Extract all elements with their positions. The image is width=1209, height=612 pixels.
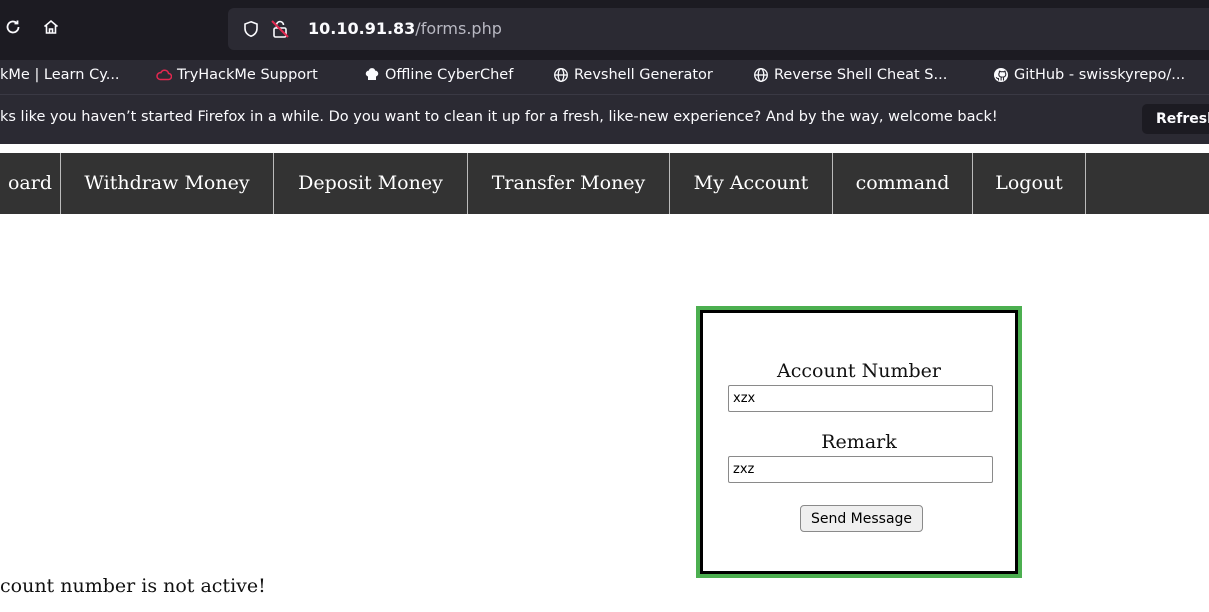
bookmark-label: kMe | Learn Cy... [0,67,120,83]
bookmark-offline-cyberchef[interactable]: Offline CyberChef [364,67,513,83]
tracking-shield-icon[interactable] [242,20,260,38]
remark-input[interactable] [728,456,993,483]
bookmark-tryhackme-learn[interactable]: kMe | Learn Cy... [0,67,120,83]
home-icon[interactable] [40,16,62,38]
message-form-container: Account Number Remark Send Message [696,306,1022,578]
account-number-label: Account Number [777,360,941,382]
bookmark-label: Reverse Shell Cheat S... [774,67,948,83]
send-message-button[interactable]: Send Message [800,505,923,532]
chef-icon [365,68,379,80]
notification-message: ks like you haven’t started Firefox in a… [0,109,998,125]
insecure-lock-icon[interactable] [270,19,290,39]
bookmark-tryhackme-support[interactable]: TryHackMe Support [156,67,318,83]
nav-logout[interactable]: Logout [973,153,1086,214]
address-bar[interactable]: 10.10.91.83/forms.php [228,8,1209,50]
message-form: Account Number Remark Send Message [700,310,1018,574]
nav-my-account[interactable]: My Account [670,153,833,214]
bookmark-reverse-shell-cheat-sheet[interactable]: Reverse Shell Cheat S... [753,67,947,83]
browser-toolbar: 10.10.91.83/forms.php [0,0,1209,60]
bookmark-label: Offline CyberChef [385,67,514,83]
nav-transfer-money[interactable]: Transfer Money [468,153,670,214]
bookmark-label: TryHackMe Support [177,67,318,83]
bookmark-label: Revshell Generator [574,67,713,83]
reload-icon[interactable] [2,16,24,38]
site-nav-bar: oard Withdraw Money Deposit Money Transf… [0,153,1209,214]
bookmark-github-swisskyrepo[interactable]: GitHub - swisskyrepo/... [993,67,1185,83]
bookmark-label: GitHub - swisskyrepo/... [1014,67,1186,83]
content-divider [0,144,1209,153]
url-host: 10.10.91.83 [308,19,416,38]
nav-deposit-money[interactable]: Deposit Money [274,153,468,214]
url-path: /forms.php [415,19,502,38]
bookmarks-bar: kMe | Learn Cy... TryHackMe Support Offl… [0,60,1209,94]
github-icon [994,68,1008,82]
refresh-firefox-button[interactable]: Refresh [1142,104,1209,134]
globe-icon [554,68,568,82]
nav-dashboard[interactable]: oard [0,153,61,214]
url-text[interactable]: 10.10.91.83/forms.php [308,19,502,38]
cloud-icon [156,69,172,81]
bookmark-revshell-generator[interactable]: Revshell Generator [553,67,713,83]
globe-icon [754,68,768,82]
account-status-message: count number is not active! [0,575,266,597]
nav-withdraw-money[interactable]: Withdraw Money [61,153,274,214]
firefox-refresh-notification: ks like you haven’t started Firefox in a… [0,94,1209,145]
remark-label: Remark [821,431,897,453]
nav-command[interactable]: command [833,153,973,214]
account-number-input[interactable] [728,385,993,412]
